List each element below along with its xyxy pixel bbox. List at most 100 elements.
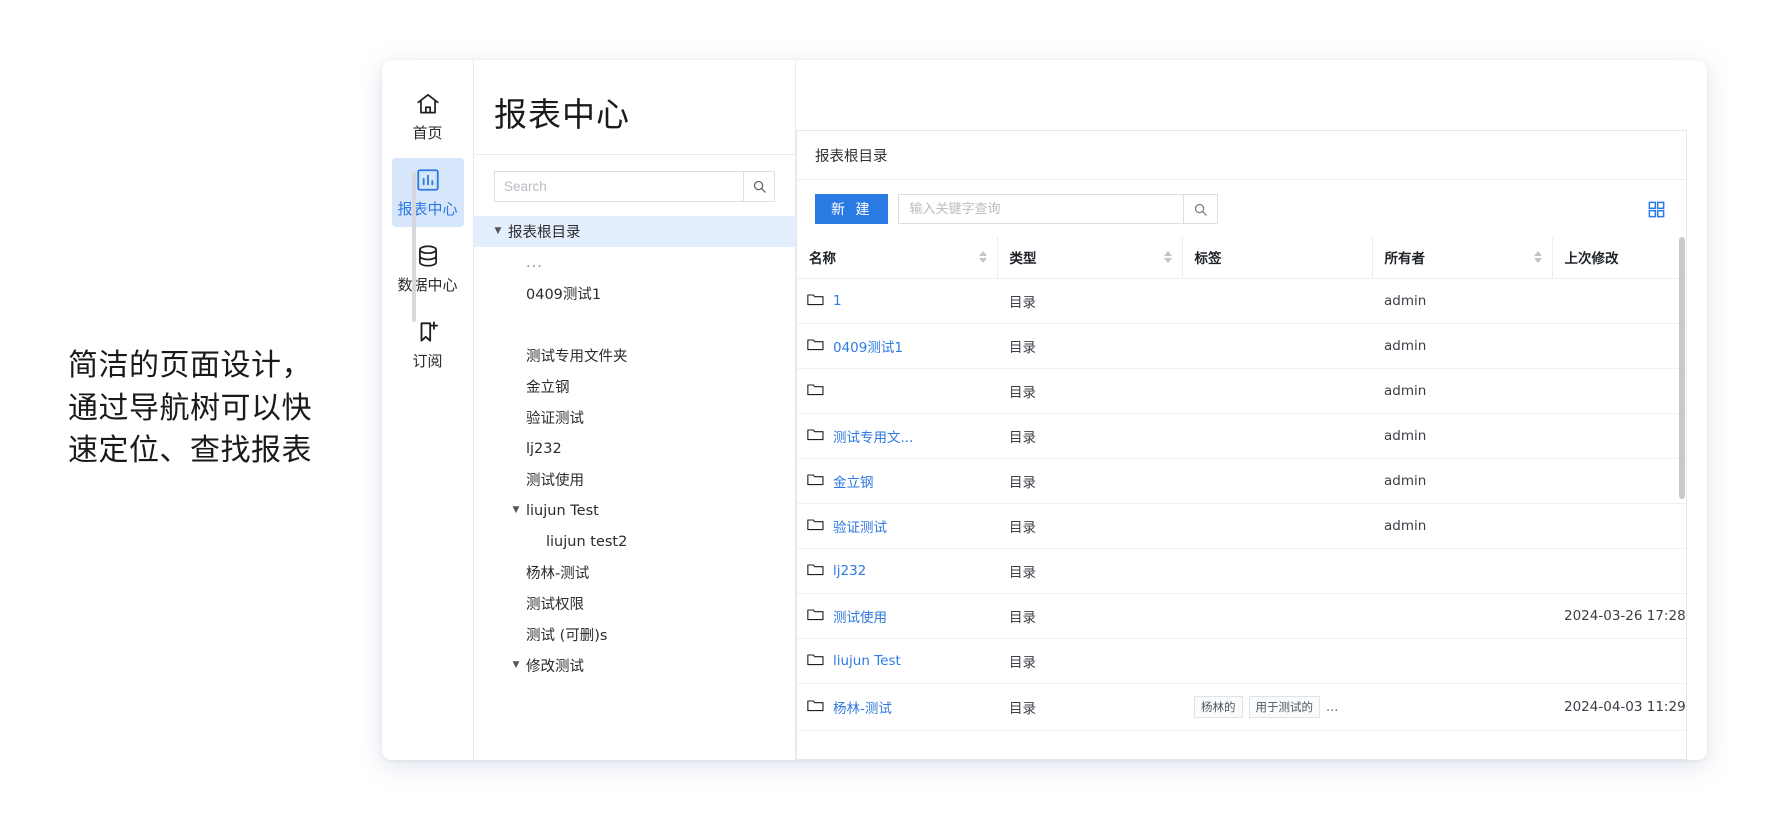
tree-node[interactable]: ▸ 测试使用 (474, 464, 795, 495)
cell-type: 目录 (997, 458, 1182, 504)
table-row[interactable]: 测试专用文... 目录 admin (797, 413, 1686, 459)
sort-toggle-owner[interactable] (1533, 251, 1542, 263)
folder-icon (807, 652, 824, 671)
folder-icon (807, 698, 824, 717)
tree-search-box[interactable] (494, 171, 775, 202)
cell-owner: admin (1372, 323, 1552, 369)
sidebar-label-subscription: 订阅 (412, 352, 443, 370)
app-window: 首页 报表中心 数据中心 订阅 报表中心 Search ▼ 报表根目录 ... … (382, 60, 1707, 760)
chevron-down-icon[interactable]: ▼ (506, 661, 526, 670)
table-row[interactable]: liujun Test 目录 (797, 638, 1686, 684)
cell-name: liujun Test (797, 638, 997, 684)
tree-node-label: 测试权限 (526, 597, 584, 613)
tree-node[interactable]: ▸ (474, 309, 795, 340)
tree-node-label: 报表根目录 (508, 225, 581, 241)
table-row[interactable]: 1 目录 admin (797, 278, 1686, 324)
column-header-owner[interactable]: 所有者 (1371, 237, 1552, 279)
column-header-modified[interactable]: 上次修改 (1551, 237, 1686, 279)
sidebar-rail: 首页 报表中心 数据中心 订阅 (382, 60, 474, 760)
table-row[interactable]: 杨林-测试 目录 杨林的 用于测试的 ... 2024-04-03 11:29 (797, 683, 1686, 731)
table-row[interactable]: lj232 目录 (797, 548, 1686, 594)
tree-node[interactable]: ▸ 测试专用文件夹 (474, 340, 795, 371)
bar-chart-icon (415, 167, 441, 193)
search-icon[interactable] (743, 172, 774, 201)
tree-node[interactable]: ▸ 杨林-测试 (474, 557, 795, 588)
row-name-link[interactable]: 测试专用文... (833, 426, 913, 446)
sidebar-item-data-center[interactable]: 数据中心 (392, 234, 464, 303)
tree-node[interactable]: ▸ ... (474, 247, 795, 278)
sidebar-item-report-center[interactable]: 报表中心 (391, 158, 464, 227)
page-title: 报表中心 (494, 95, 630, 134)
tree-node[interactable]: ▸ liujun test2 (474, 526, 795, 557)
cell-tags (1182, 458, 1372, 504)
column-header-name[interactable]: 名称 (797, 237, 997, 279)
tree-node[interactable]: ▼ 报表根目录 (474, 216, 795, 247)
cell-type: 目录 (997, 323, 1182, 369)
search-icon[interactable] (1183, 195, 1218, 223)
row-name-link[interactable]: 金立钢 (833, 471, 874, 491)
tree-search-input[interactable] (495, 172, 743, 201)
table-row[interactable]: 验证测试 目录 admin (797, 503, 1686, 549)
table-row[interactable]: 测试使用 目录 2024-03-26 17:28:23 (797, 593, 1686, 639)
tag-more[interactable]: ... (1326, 700, 1338, 715)
cell-tags (1182, 638, 1372, 684)
caret-placeholder: ▸ (506, 413, 526, 422)
row-name-link[interactable]: 1 (833, 293, 842, 309)
table-scrollbar[interactable] (1679, 237, 1685, 499)
caret-placeholder: ▸ (506, 258, 526, 267)
cell-modified (1552, 548, 1686, 594)
cell-type: 目录 (997, 683, 1182, 731)
table-row[interactable]: 目录 admin (797, 368, 1686, 414)
tree-node-label: liujun test2 (546, 533, 628, 550)
keyword-search-box[interactable] (898, 194, 1219, 224)
cell-name: 杨林-测试 (797, 683, 997, 731)
tree-node[interactable]: ▸ 验证测试 (474, 402, 795, 433)
keyword-search-input[interactable] (899, 195, 1184, 223)
chevron-down-icon[interactable]: ▼ (506, 506, 526, 515)
tag-badge[interactable]: 杨林的 (1194, 696, 1243, 718)
grid-view-icon[interactable] (1647, 200, 1668, 219)
row-name-link[interactable]: 验证测试 (833, 516, 887, 536)
sidebar-item-home[interactable]: 首页 (392, 82, 464, 151)
tree-node-label: 测试使用 (526, 473, 584, 489)
tree-node-label: ... (526, 254, 543, 271)
sidebar-item-subscription[interactable]: 订阅 (392, 310, 464, 379)
new-button[interactable]: 新 建 (815, 194, 889, 224)
cell-modified (1552, 503, 1686, 549)
tree-node[interactable]: ▸ 测试权限 (474, 588, 795, 619)
tree-node[interactable]: ▸ 测试 (可删)s (474, 619, 795, 650)
table-row[interactable]: 金立钢 目录 admin (797, 458, 1686, 504)
chevron-down-icon[interactable]: ▼ (488, 227, 508, 236)
row-name-link[interactable]: 0409测试1 (833, 336, 903, 356)
cell-owner (1372, 593, 1552, 639)
tree-node[interactable]: ▼ liujun Test (474, 495, 795, 526)
navigation-tree-panel: 报表中心 ▼ 报表根目录 ▸ ... (474, 60, 796, 760)
cell-name: 1 (797, 278, 997, 324)
cell-type: 目录 (997, 413, 1182, 459)
tag-badge[interactable]: 用于测试的 (1248, 696, 1320, 718)
sort-toggle-type[interactable] (1163, 251, 1172, 263)
tree-node[interactable]: ▸ lj232 (474, 433, 795, 464)
caret-placeholder: ▸ (526, 537, 546, 546)
row-name-link[interactable]: 测试使用 (833, 606, 887, 626)
tree-node[interactable]: ▸ 0409测试1 (474, 278, 795, 309)
tree-node[interactable]: ▸ 金立钢 (474, 371, 795, 402)
row-name-link[interactable]: liujun Test (833, 653, 901, 669)
tree-node-label: 测试 (可删)s (526, 628, 608, 644)
tree-scrollbar[interactable] (412, 172, 416, 322)
caret-placeholder: ▸ (506, 351, 526, 360)
tree-node[interactable]: ▼ 修改测试 (474, 650, 795, 681)
breadcrumb[interactable]: 报表根目录 (797, 131, 1686, 180)
column-label-type: 类型 (1009, 251, 1037, 267)
cell-modified (1552, 323, 1686, 369)
cell-owner: admin (1372, 278, 1552, 324)
column-header-type[interactable]: 类型 (996, 237, 1182, 279)
row-name-link[interactable]: lj232 (833, 563, 866, 579)
cell-name: 0409测试1 (797, 323, 997, 369)
sort-toggle-name[interactable] (978, 251, 987, 263)
cell-name (797, 368, 997, 414)
table-row[interactable]: 0409测试1 目录 admin (797, 323, 1686, 369)
content-card: 报表根目录 新 建 输入关键字查询 名称 类型 标签 所有者 上次修改 1 目录… (796, 130, 1687, 760)
tree-node-label: lj232 (526, 440, 562, 457)
row-name-link[interactable]: 杨林-测试 (833, 697, 892, 717)
